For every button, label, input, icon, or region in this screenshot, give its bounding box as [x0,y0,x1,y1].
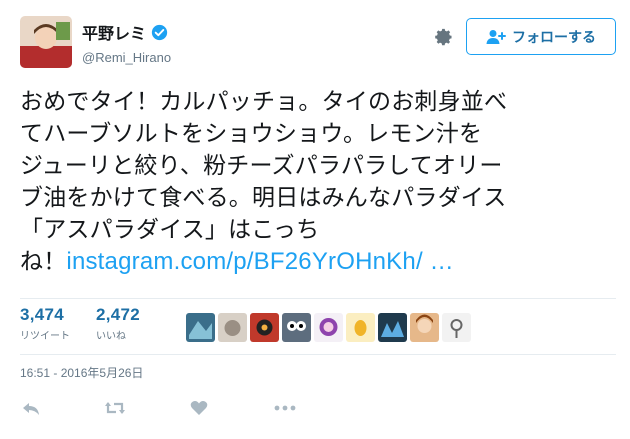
tweet-line: ね！instagram.com/p/BF26YrOHnKh/ … [20,246,620,278]
avatar[interactable] [20,16,72,68]
liker-avatar-3[interactable] [250,313,280,342]
tweet-line: ブ油をかけて食べる。明日はみんなパラダイス [20,185,507,211]
tweet-text: おめでタイ！カルパッチョ。タイのお刺身並べ てハーブソルトをショウショウ。レモン… [20,86,620,278]
divider [20,298,616,299]
like-label: いいね [96,331,126,342]
like-count[interactable]: 2,472 [96,305,140,325]
more-icon[interactable] [274,398,296,418]
tweet-line-prefix: ね！ [20,249,67,275]
liker-avatars [186,313,472,342]
verified-badge-icon [151,24,168,40]
reply-icon[interactable] [20,398,42,418]
retweet-stat[interactable]: 3,474 リツイート [20,305,70,342]
follow-button-label: フォローする [512,29,596,46]
retweet-count[interactable]: 3,474 [20,305,70,325]
tweet-line: おめでタイ！カルパッチョ。タイのお刺身並べ [20,89,508,115]
liker-avatar-6[interactable] [346,313,376,342]
divider [20,354,616,355]
tweet-actions [20,396,296,420]
liker-avatar-9[interactable] [442,313,472,342]
retweet-label: リツイート [20,331,70,342]
tweet-header: 平野レミ @Remi_Hirano フォローする [20,16,616,68]
like-stat[interactable]: 2,472 いいね [96,305,140,342]
follow-button[interactable]: フォローする [466,18,616,55]
liker-avatar-5[interactable] [314,313,344,342]
liker-avatar-7[interactable] [378,313,408,342]
tweet-stats: 3,474 リツイート 2,472 いいね [20,305,472,349]
tweet-link[interactable]: instagram.com/p/BF26YrOHnKh/ … [66,248,453,275]
liker-avatar-2[interactable] [218,313,248,342]
display-name-text[interactable]: 平野レミ [82,20,146,44]
tweet-line: 「アスパラダイス」はこっち [20,217,320,243]
display-name[interactable]: 平野レミ [82,20,168,44]
liker-avatar-1[interactable] [186,313,216,342]
liker-avatar-8[interactable] [410,313,440,342]
gear-icon[interactable] [432,26,454,48]
user-handle[interactable]: @Remi_Hirano [82,50,171,65]
like-icon[interactable] [188,398,210,418]
tweet-line: てハーブソルトをショウショウ。レモン汁を [20,121,483,147]
retweet-icon[interactable] [104,398,126,418]
tweet-line: ジューリと絞り、粉チーズパラパラしてオリー [20,153,503,179]
person-plus-icon [486,29,506,44]
liker-avatar-4[interactable] [282,313,312,342]
tweet-timestamp[interactable]: 16:51 - 2016年5月26日 [20,364,143,381]
